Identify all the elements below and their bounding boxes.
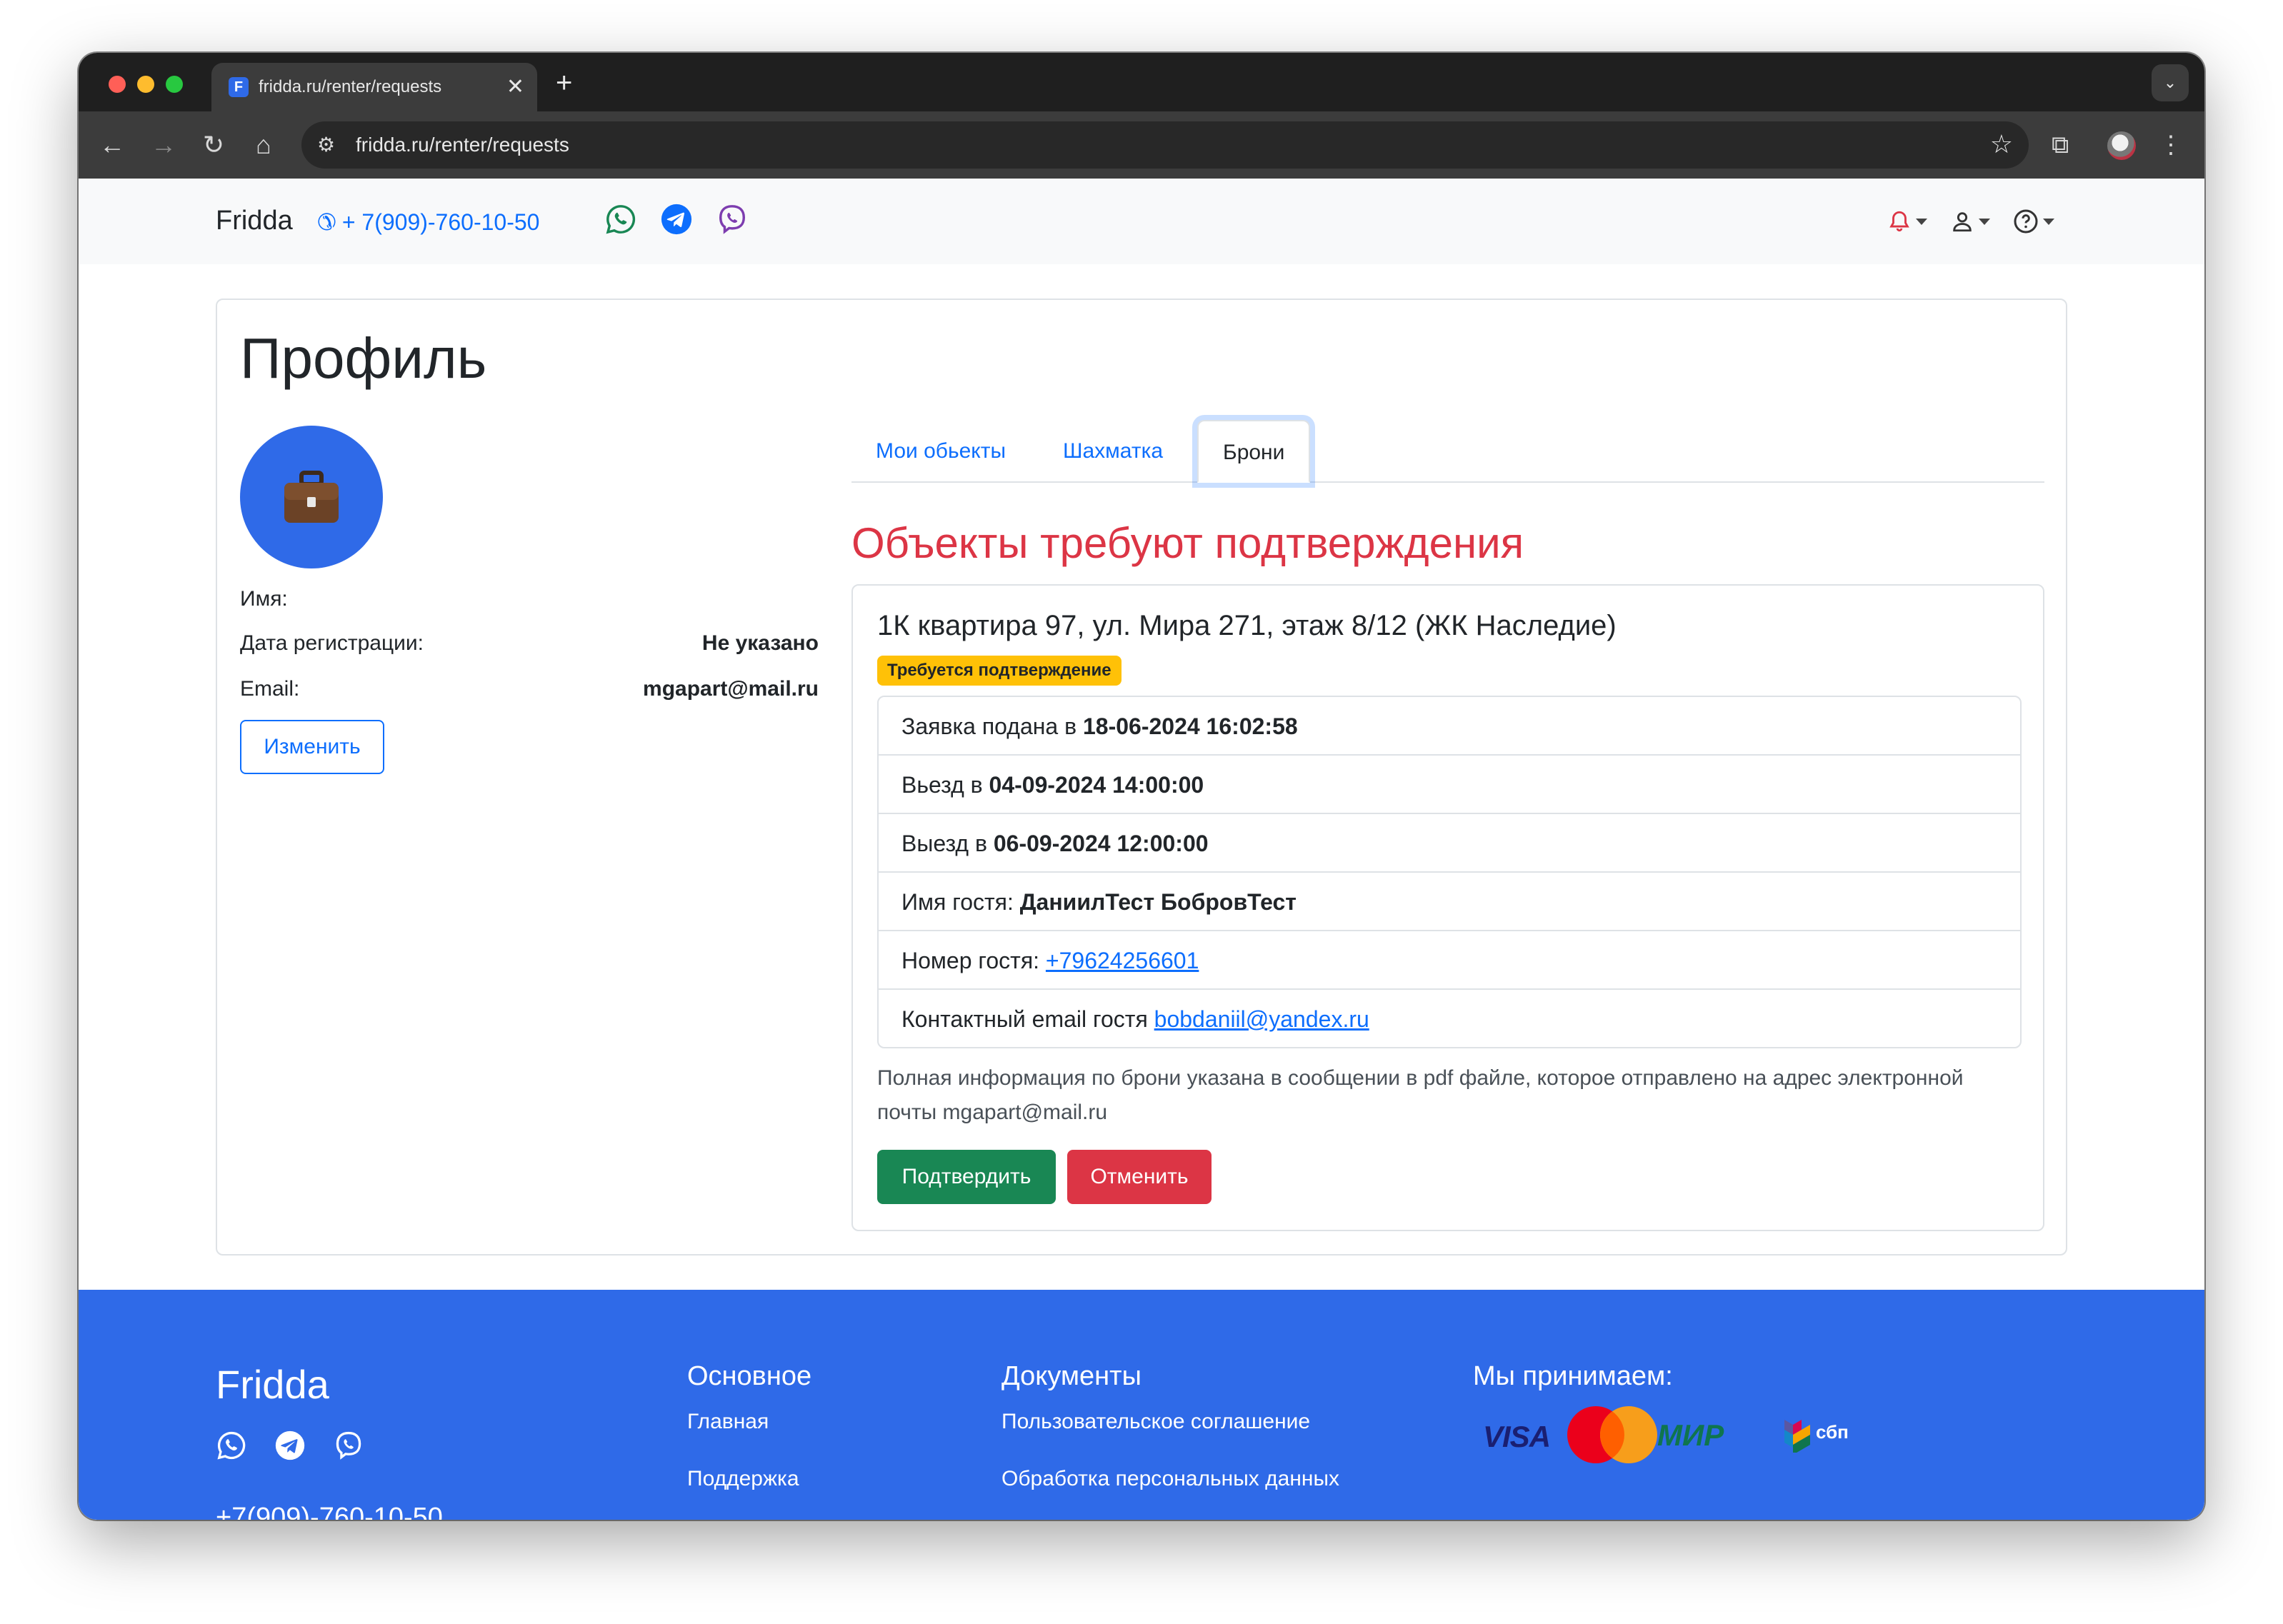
- footer-brand[interactable]: Fridda: [216, 1361, 329, 1408]
- url-text[interactable]: fridda.ru/renter/requests: [356, 134, 569, 156]
- back-icon[interactable]: ←: [94, 127, 130, 163]
- status-badge: Требуется подтверждение: [877, 656, 1121, 686]
- booking-note: Полная информация по брони указана в соо…: [877, 1066, 1964, 1124]
- profile-card: Профиль Имя: Дата регистрации: Не указан…: [216, 299, 2067, 1255]
- viber-icon[interactable]: [716, 203, 749, 236]
- footer-link-user-agreement[interactable]: Пользовательское соглашение: [1001, 1410, 1310, 1434]
- forward-icon[interactable]: →: [146, 127, 181, 163]
- submitted-value: 18-06-2024 16:02:58: [1082, 713, 1298, 739]
- notifications-bell-icon[interactable]: [1887, 207, 1912, 236]
- checkout-value: 06-09-2024 12:00:00: [993, 831, 1209, 856]
- tab-my-objects[interactable]: Мои обьекты: [851, 420, 1030, 483]
- chevron-down-icon[interactable]: [2043, 219, 2054, 225]
- site-footer: Fridda +7(909)-760-10-50 Основное Главна…: [79, 1290, 2204, 1520]
- minimize-window-button[interactable]: [137, 76, 154, 93]
- footer-link-home[interactable]: Главная: [687, 1410, 769, 1434]
- telegram-icon[interactable]: [274, 1430, 306, 1461]
- extensions-icon[interactable]: ⧉: [2052, 127, 2069, 163]
- profile-tabs: Мои обьекты Шахматка Брони: [851, 420, 2044, 483]
- edit-profile-button[interactable]: Изменить: [240, 720, 384, 774]
- reload-icon[interactable]: ↻: [196, 127, 231, 163]
- name-label: Имя:: [240, 587, 288, 611]
- tab-chessboard[interactable]: Шахматка: [1039, 420, 1187, 483]
- list-item: Имя гостя: ДаниилТест БобровТест: [879, 871, 2020, 930]
- whatsapp-icon[interactable]: [604, 203, 637, 236]
- email-value: mgapart@mail.ru: [643, 677, 819, 701]
- page-title: Профиль: [240, 326, 487, 390]
- guest-phone-label: Номер гостя:: [901, 948, 1040, 973]
- list-item: Номер гостя: +79624256601: [879, 930, 2020, 988]
- booking-card: 1К квартира 97, ул. Мира 271, этаж 8/12 …: [851, 584, 2044, 1231]
- mir-logo-icon: МИР: [1657, 1418, 1724, 1452]
- footer-link-support[interactable]: Поддержка: [687, 1467, 799, 1491]
- guest-email-link[interactable]: bobdaniil@yandex.ru: [1154, 1006, 1369, 1032]
- navbar-phone-link[interactable]: ✆ + 7(909)-760-10-50: [317, 209, 539, 236]
- guest-email-label: Контактный email гостя: [901, 1006, 1148, 1032]
- confirm-button[interactable]: Подтвердить: [877, 1150, 1056, 1204]
- phone-icon: ✆: [317, 209, 336, 235]
- email-label: Email:: [240, 677, 300, 701]
- checkout-label: Выезд в: [901, 831, 987, 856]
- booking-details-list: Заявка подана в 18-06-2024 16:02:58 Вьез…: [877, 696, 2022, 1048]
- site-info-icon[interactable]: ⚙: [317, 131, 335, 159]
- browser-toolbar: ← → ↻ ⌂ ⚙ fridda.ru/renter/requests ☆ ⧉ …: [79, 111, 2204, 179]
- briefcase-icon: [284, 471, 339, 523]
- close-tab-icon[interactable]: ✕: [506, 73, 524, 101]
- tab-search-icon[interactable]: ⌄: [2152, 64, 2189, 101]
- site-brand[interactable]: Fridda: [216, 206, 293, 236]
- web-page: Fridda ✆ + 7(909)-760-10-50 Профиль Имя:…: [79, 179, 2204, 1520]
- footer-documents-heading: Документы: [1001, 1361, 1142, 1391]
- help-question-icon[interactable]: [2013, 207, 2039, 236]
- address-bar[interactable]: ⚙ fridda.ru/renter/requests ☆: [301, 121, 2029, 169]
- footer-main-heading: Основное: [687, 1361, 812, 1391]
- browser-tab[interactable]: F fridda.ru/renter/requests ✕: [211, 63, 537, 111]
- submitted-label: Заявка подана в: [901, 713, 1077, 739]
- navbar-phone-text: + 7(909)-760-10-50: [341, 209, 540, 235]
- maximize-window-button[interactable]: [166, 76, 183, 93]
- chevron-down-icon[interactable]: [1916, 219, 1927, 225]
- list-item: Контактный email гостя bobdaniil@yandex.…: [879, 988, 2020, 1047]
- home-icon[interactable]: ⌂: [246, 127, 281, 163]
- mastercard-logo-icon: [1567, 1406, 1657, 1463]
- registration-date-value: Не указано: [701, 631, 819, 655]
- chevron-down-icon[interactable]: [1979, 219, 1990, 225]
- browser-menu-icon[interactable]: ⋮: [2159, 127, 2183, 163]
- whatsapp-icon[interactable]: [216, 1430, 247, 1461]
- cancel-button[interactable]: Отменить: [1067, 1150, 1212, 1204]
- new-tab-icon[interactable]: +: [556, 64, 572, 101]
- browser-tab-bar: F fridda.ru/renter/requests ✕ + ⌄: [79, 53, 2204, 111]
- guest-phone-link[interactable]: +79624256601: [1046, 948, 1199, 973]
- guest-name-label: Имя гостя:: [901, 889, 1014, 915]
- bookmark-star-icon[interactable]: ☆: [1990, 129, 2013, 160]
- site-navbar: Fridda ✆ + 7(909)-760-10-50: [79, 179, 2204, 264]
- viber-icon[interactable]: [333, 1430, 364, 1461]
- tab-bookings[interactable]: Брони: [1197, 420, 1311, 483]
- checkin-label: Вьезд в: [901, 772, 983, 798]
- object-title: 1К квартира 97, ул. Мира 271, этаж 8/12 …: [877, 610, 1617, 641]
- checkin-value: 04-09-2024 14:00:00: [989, 772, 1204, 798]
- favicon-icon: F: [229, 77, 249, 97]
- user-account-icon[interactable]: [1950, 207, 1974, 236]
- tab-title: fridda.ru/renter/requests: [259, 77, 442, 96]
- avatar: [240, 426, 383, 568]
- list-item: Выезд в 06-09-2024 12:00:00: [879, 813, 2020, 871]
- profile-avatar-icon[interactable]: [2107, 131, 2136, 160]
- list-item: Заявка подана в 18-06-2024 16:02:58: [879, 697, 2020, 756]
- footer-link-personal-data[interactable]: Обработка персональных данных: [1001, 1467, 1339, 1491]
- close-window-button[interactable]: [109, 76, 126, 93]
- sbp-logo-text: сбп: [1816, 1421, 1849, 1443]
- visa-logo-icon: VISA: [1483, 1420, 1551, 1453]
- section-title: Объекты требуют подтверждения: [851, 519, 1524, 567]
- sbp-logo-icon: [1784, 1420, 1810, 1453]
- guest-name-value: ДаниилТест БобровТест: [1019, 889, 1297, 915]
- list-item: Вьезд в 04-09-2024 14:00:00: [879, 754, 2020, 813]
- footer-phone-link[interactable]: +7(909)-760-10-50: [216, 1503, 443, 1520]
- registration-date-label: Дата регистрации:: [240, 631, 424, 655]
- browser-window: F fridda.ru/renter/requests ✕ + ⌄ ← → ↻ …: [79, 53, 2204, 1520]
- footer-payments-heading: Мы принимаем:: [1473, 1361, 1673, 1391]
- telegram-icon[interactable]: [660, 203, 693, 236]
